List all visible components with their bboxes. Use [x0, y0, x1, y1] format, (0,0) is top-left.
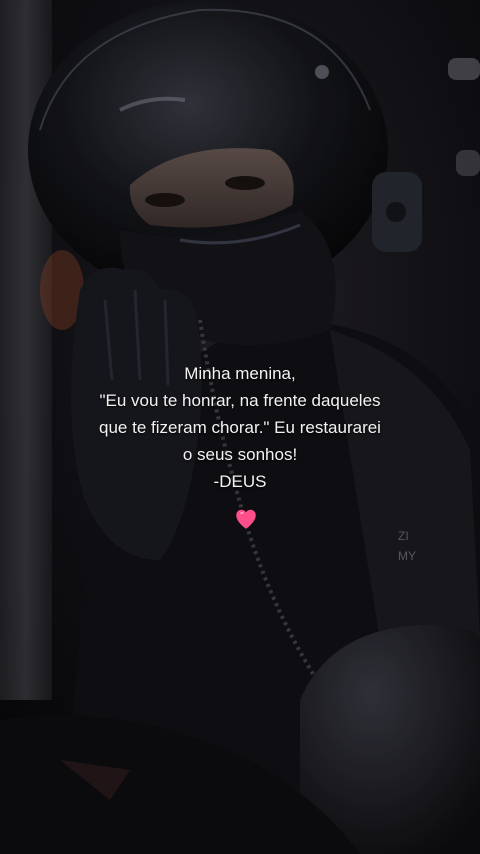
quote-line-1: Minha menina,: [184, 364, 296, 383]
quote-line-2: "Eu vou te honrar, na frente daqueles: [99, 391, 381, 410]
quote-text: Minha menina, "Eu vou te honrar, na fren…: [0, 360, 480, 495]
quote-line-3: que te fizeram chorar." Eu restaurarei: [99, 418, 381, 437]
pink-heart-icon: [236, 509, 256, 529]
quote-signature: -DEUS: [213, 472, 267, 491]
quote-line-4: o seus sonhos!: [182, 445, 298, 464]
